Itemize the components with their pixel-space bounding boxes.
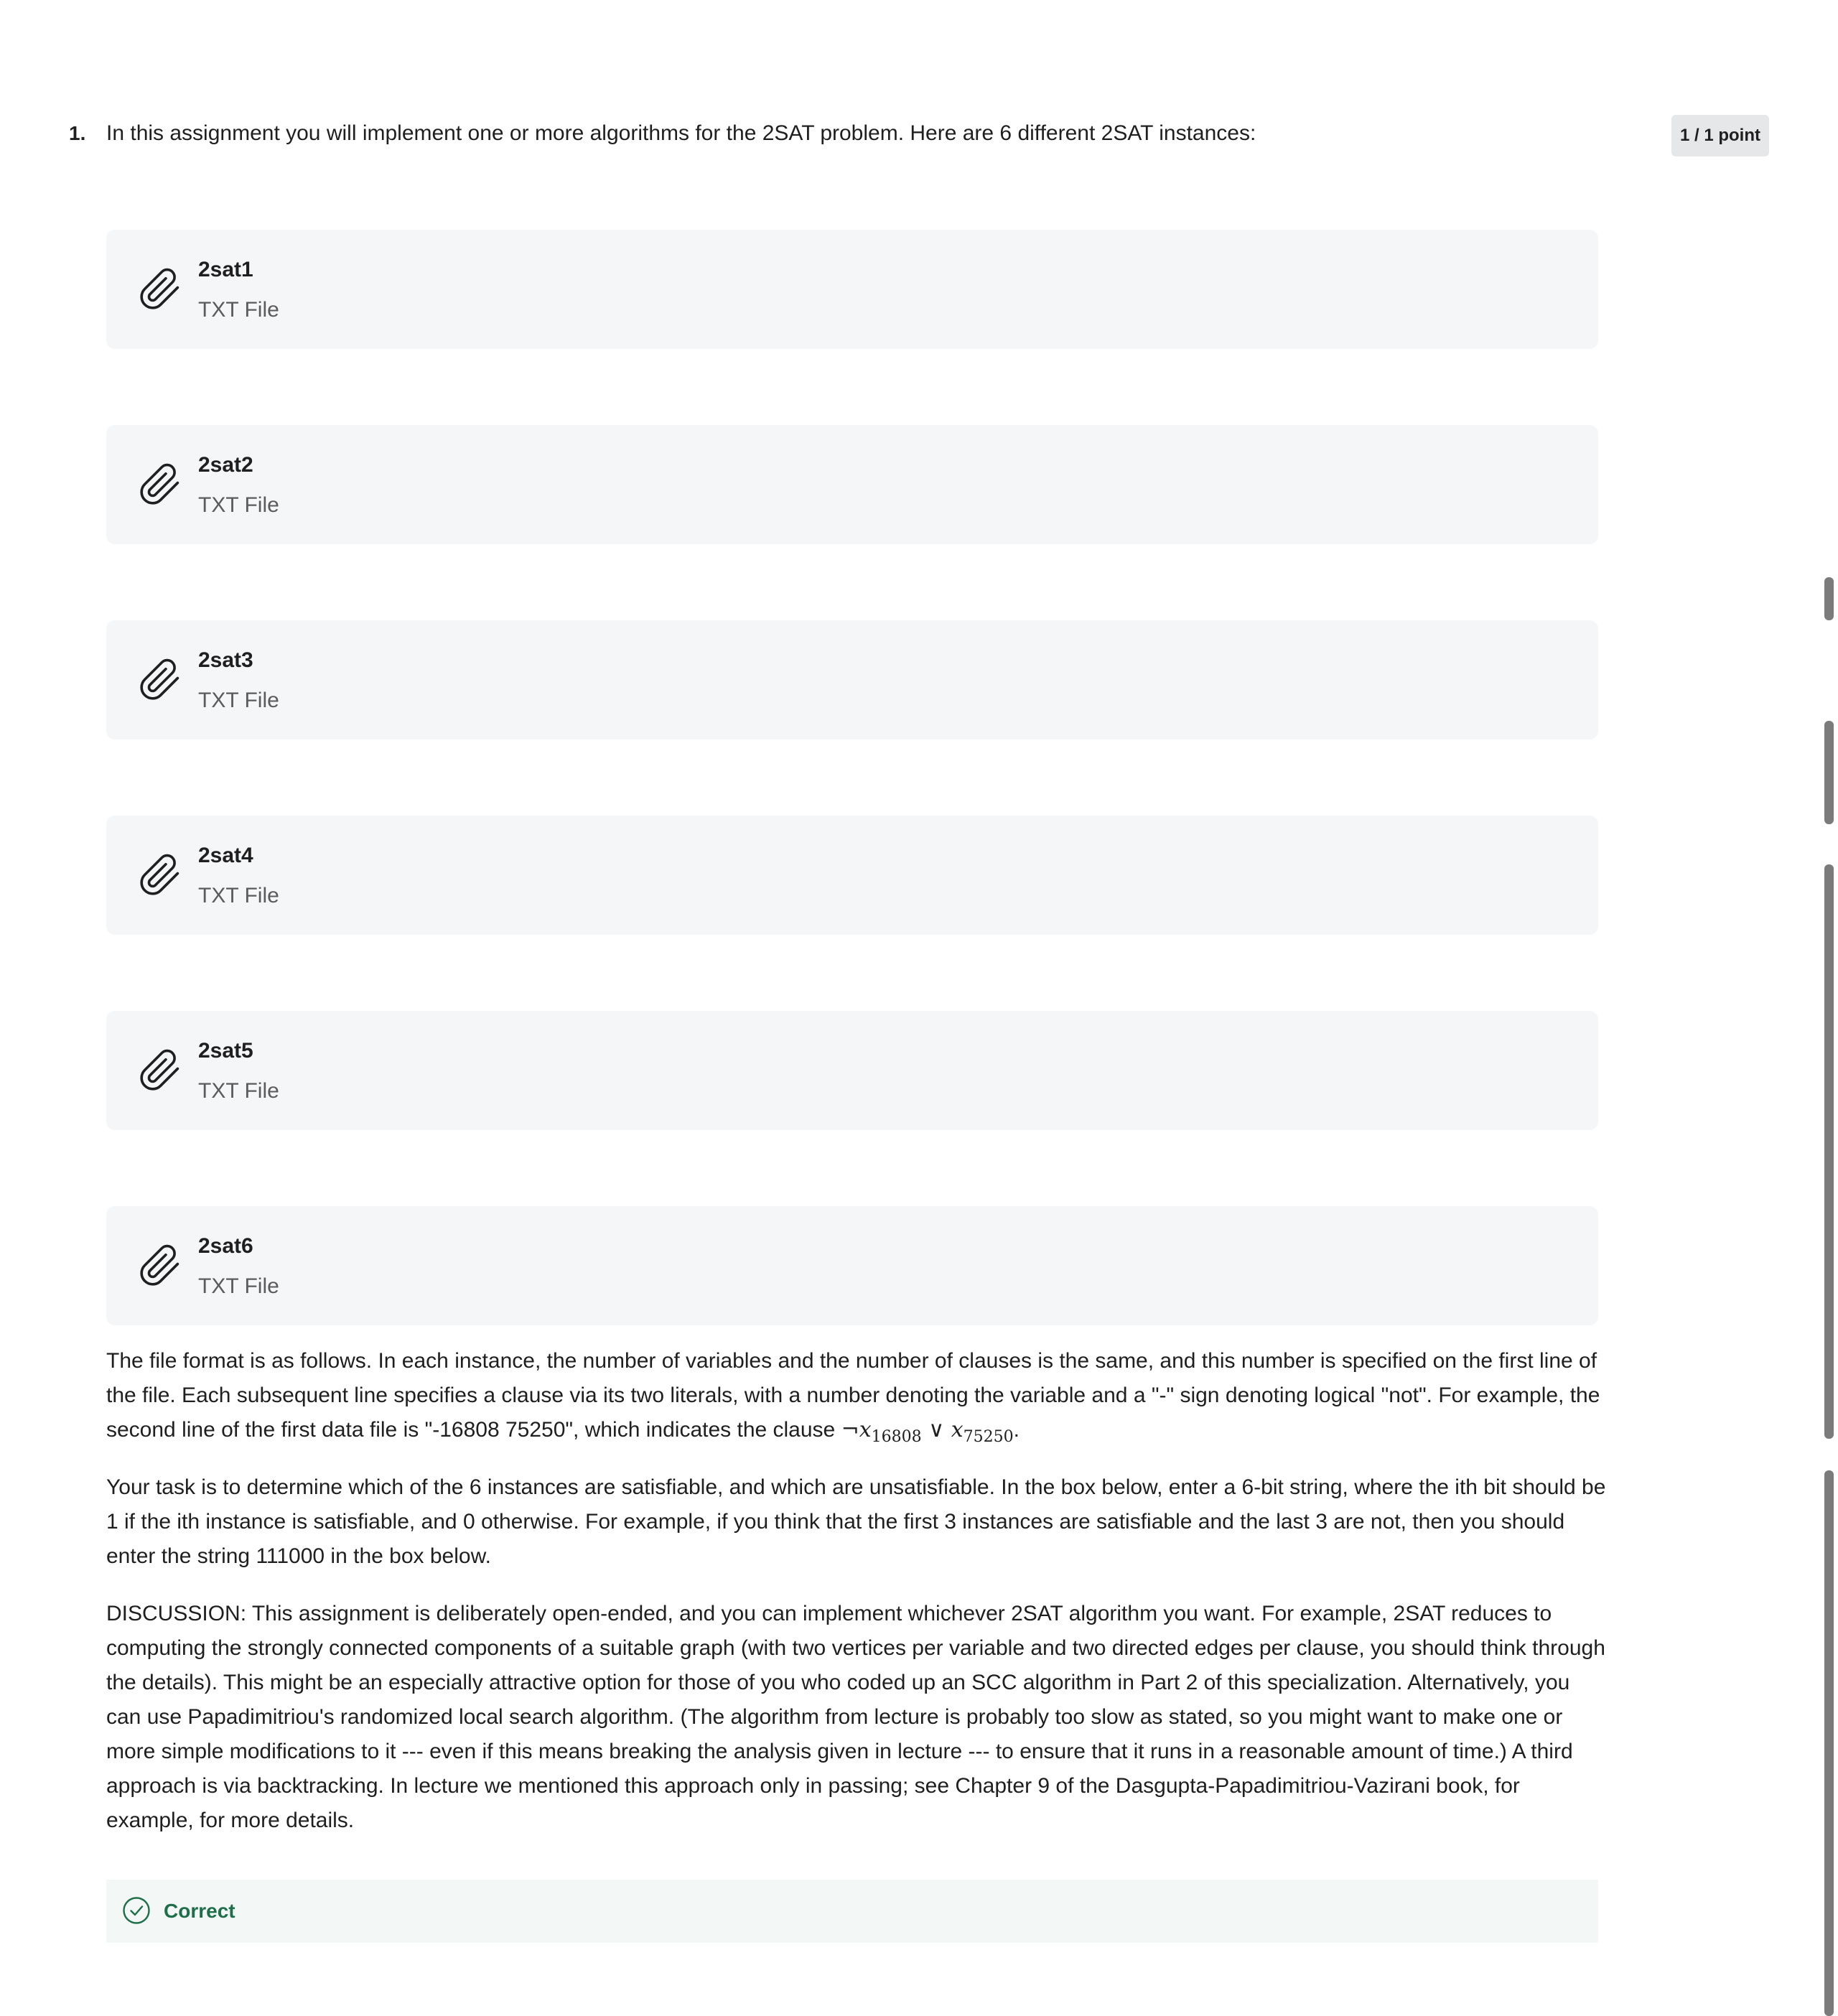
attachment-type: TXT File [198,689,279,712]
attachment-2sat1[interactable]: 2sat1 TXT File [106,230,1598,349]
points-badge: 1 / 1 point [1671,115,1769,157]
feedback-correct: Correct [106,1880,1598,1943]
file-format-paragraph: The file format is as follows. In each i… [106,1344,1607,1455]
quiz-question: 1. In this assignment you will implement… [0,0,1838,2016]
or-symbol: ∨ [928,1417,945,1442]
attachment-2sat6[interactable]: 2sat6 TXT File [106,1206,1598,1325]
attachment-type: TXT File [198,1079,279,1103]
formula-subscript: 75250 [963,1428,1014,1446]
attachment-2sat5[interactable]: 2sat5 TXT File [106,1011,1598,1130]
attachment-2sat3[interactable]: 2sat3 TXT File [106,620,1598,739]
question-prompt: In this assignment you will implement on… [106,121,1256,145]
attachment-type: TXT File [198,298,279,322]
scrollbar-thumb[interactable] [1824,864,1834,1439]
attachment-2sat2[interactable]: 2sat2 TXT File [106,425,1598,544]
formula-variable: x [951,1417,964,1442]
attachment-name[interactable]: 2sat5 [198,1037,253,1065]
formula-subscript: 16808 [871,1428,922,1446]
paperclip-icon [140,658,179,700]
paperclip-icon [140,1049,179,1091]
sentence-end: . [1013,1418,1020,1442]
paperclip-icon [140,854,179,895]
formula-variable: x [859,1417,872,1442]
attachment-name[interactable]: 2sat2 [198,451,253,480]
scrollbar-segment[interactable] [1824,1470,1834,2016]
attachment-type: TXT File [198,493,279,517]
question-number: 1. [69,122,86,144]
attachment-type: TXT File [198,884,279,907]
clause-formula: ¬x16808 ∨ x75250 [841,1417,1014,1446]
attachment-name[interactable]: 2sat1 [198,256,253,284]
attachment-type: TXT File [198,1274,279,1298]
attachment-name[interactable]: 2sat4 [198,841,253,870]
paperclip-icon [140,463,179,505]
not-symbol: ¬ [841,1417,859,1442]
feedback-label: Correct [164,1900,235,1922]
check-circle-icon [123,1897,150,1924]
attachment-name[interactable]: 2sat6 [198,1232,253,1261]
paperclip-icon [140,268,179,309]
task-paragraph: Your task is to determine which of the 6… [106,1475,1606,1568]
paperclip-icon [140,1244,179,1286]
scrollbar-segment[interactable] [1824,577,1834,620]
attachment-name[interactable]: 2sat3 [198,646,253,675]
attachment-2sat4[interactable]: 2sat4 TXT File [106,816,1598,935]
discussion-paragraph: DISCUSSION: This assignment is deliberat… [106,1602,1605,1832]
scrollbar-segment[interactable] [1824,721,1834,824]
